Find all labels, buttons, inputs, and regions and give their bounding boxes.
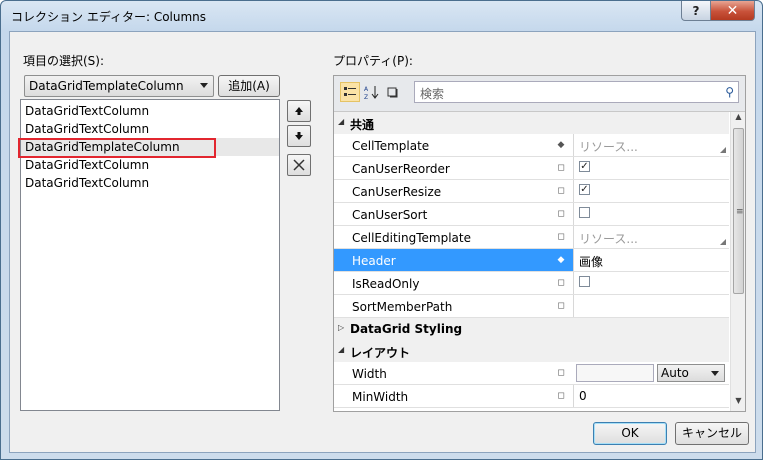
search-icon: ⚲ bbox=[725, 85, 734, 99]
property-row[interactable]: CanUserResize ◻ ✓ bbox=[334, 180, 729, 203]
title-bar[interactable]: コレクション エディター: Columns ? ✕ bbox=[1, 1, 762, 31]
delete-button[interactable] bbox=[287, 154, 311, 176]
help-button[interactable]: ? bbox=[681, 1, 711, 21]
property-pages-button[interactable] bbox=[384, 82, 404, 102]
can-user-reorder-checkbox[interactable]: ✓ bbox=[579, 161, 590, 172]
property-row[interactable]: CellTemplate ◆ リソース... bbox=[334, 134, 729, 157]
move-up-button[interactable] bbox=[287, 100, 311, 122]
cancel-button[interactable]: キャンセル bbox=[675, 422, 749, 445]
property-row[interactable]: CellEditingTemplate ◻ リソース... bbox=[334, 226, 729, 249]
svg-text:Z: Z bbox=[364, 94, 368, 100]
property-row-selected[interactable]: Header ◆ 画像 bbox=[334, 249, 730, 272]
add-button[interactable]: 追加(A) bbox=[218, 75, 280, 97]
move-down-button[interactable] bbox=[287, 125, 311, 147]
width-input[interactable] bbox=[576, 364, 654, 382]
help-icon: ? bbox=[692, 3, 700, 18]
property-row[interactable]: CanUserSort ◻ bbox=[334, 203, 729, 226]
property-search-input[interactable]: 検索 ⚲ bbox=[414, 81, 739, 103]
scroll-down-icon[interactable]: ▼ bbox=[731, 396, 745, 411]
close-button[interactable]: ✕ bbox=[710, 1, 755, 21]
dialog-body: 項目の選択(S): DataGridTemplateColumn 追加(A) D… bbox=[9, 31, 756, 453]
chevron-down-icon bbox=[200, 83, 208, 88]
items-label: 項目の選択(S): bbox=[23, 54, 105, 68]
property-row[interactable]: CanUserReorder ◻ ✓ bbox=[334, 157, 729, 180]
resource-marker-icon[interactable]: ◆ bbox=[556, 140, 566, 150]
list-item[interactable]: DataGridTextColumn bbox=[25, 174, 149, 192]
property-grid: AZ 検索 ⚲ ◢ 共通 CellTemplate ◆ リソース... CanU… bbox=[333, 75, 746, 412]
highlight-annotation bbox=[18, 138, 216, 158]
property-marker-icon[interactable]: ◻ bbox=[556, 301, 566, 311]
close-icon: ✕ bbox=[726, 2, 739, 19]
property-row[interactable]: MinWidth ◻ 0 bbox=[334, 385, 729, 408]
property-marker-icon[interactable]: ◻ bbox=[556, 209, 566, 219]
width-unit-select[interactable]: Auto bbox=[657, 364, 725, 382]
chevron-down-icon bbox=[711, 371, 719, 376]
window-title: コレクション エディター: Columns bbox=[11, 10, 207, 24]
property-toolbar: AZ 検索 ⚲ bbox=[334, 76, 745, 112]
property-marker-icon[interactable]: ◻ bbox=[556, 278, 566, 288]
grip-icon: ≡ bbox=[736, 207, 744, 217]
categorized-icon bbox=[344, 87, 356, 96]
header-value[interactable]: 画像 bbox=[579, 253, 603, 270]
list-item[interactable]: DataGridTextColumn bbox=[25, 102, 149, 120]
list-item[interactable]: DataGridTextColumn bbox=[25, 156, 149, 174]
category-layout[interactable]: ◢ レイアウト bbox=[334, 340, 729, 362]
ok-button[interactable]: OK bbox=[593, 422, 667, 445]
property-marker-icon[interactable]: ◻ bbox=[556, 163, 566, 173]
expand-icon: ▷ bbox=[338, 323, 345, 332]
resource-marker-icon[interactable]: ◆ bbox=[556, 255, 566, 265]
category-common[interactable]: ◢ 共通 bbox=[334, 112, 729, 134]
alphabetical-view-button[interactable]: AZ bbox=[362, 82, 382, 102]
category-datagrid-styling[interactable]: ▷ DataGrid Styling bbox=[334, 318, 729, 340]
categorized-view-button[interactable] bbox=[340, 82, 360, 102]
column-type-value: DataGridTemplateColumn bbox=[29, 79, 184, 93]
sort-az-icon: AZ bbox=[364, 86, 379, 100]
column-type-select[interactable]: DataGridTemplateColumn bbox=[24, 75, 214, 97]
property-marker-icon[interactable]: ◻ bbox=[556, 232, 566, 242]
collection-editor-window: コレクション エディター: Columns ? ✕ 項目の選択(S): Data… bbox=[0, 0, 763, 460]
scroll-up-icon[interactable]: ▲ bbox=[731, 112, 745, 127]
collapse-icon: ◢ bbox=[338, 345, 345, 354]
resource-dropdown-icon[interactable] bbox=[720, 239, 726, 245]
properties-label: プロパティ(P): bbox=[333, 54, 413, 68]
property-scrollbar[interactable]: ▲ ≡ ▼ bbox=[730, 112, 745, 411]
is-read-only-checkbox[interactable] bbox=[579, 276, 590, 287]
can-user-resize-checkbox[interactable]: ✓ bbox=[579, 184, 590, 195]
property-row[interactable]: IsReadOnly ◻ bbox=[334, 272, 729, 295]
list-item[interactable]: DataGridTextColumn bbox=[25, 120, 149, 138]
scroll-thumb[interactable]: ≡ bbox=[733, 128, 744, 294]
property-marker-icon[interactable]: ◻ bbox=[556, 186, 566, 196]
delete-x-icon bbox=[293, 159, 305, 171]
arrow-up-icon bbox=[295, 107, 303, 115]
collapse-icon: ◢ bbox=[338, 117, 345, 126]
property-pages-icon bbox=[387, 87, 398, 98]
property-marker-icon[interactable]: ◻ bbox=[556, 368, 566, 378]
resource-dropdown-icon[interactable] bbox=[720, 147, 726, 153]
svg-text:A: A bbox=[364, 86, 369, 93]
property-row[interactable]: Width ◻ Auto bbox=[334, 362, 729, 385]
arrow-down-icon bbox=[295, 132, 303, 140]
can-user-sort-checkbox[interactable] bbox=[579, 207, 590, 218]
property-marker-icon[interactable]: ◻ bbox=[556, 391, 566, 401]
search-placeholder: 検索 bbox=[420, 87, 445, 101]
property-row[interactable]: SortMemberPath ◻ bbox=[334, 295, 729, 318]
